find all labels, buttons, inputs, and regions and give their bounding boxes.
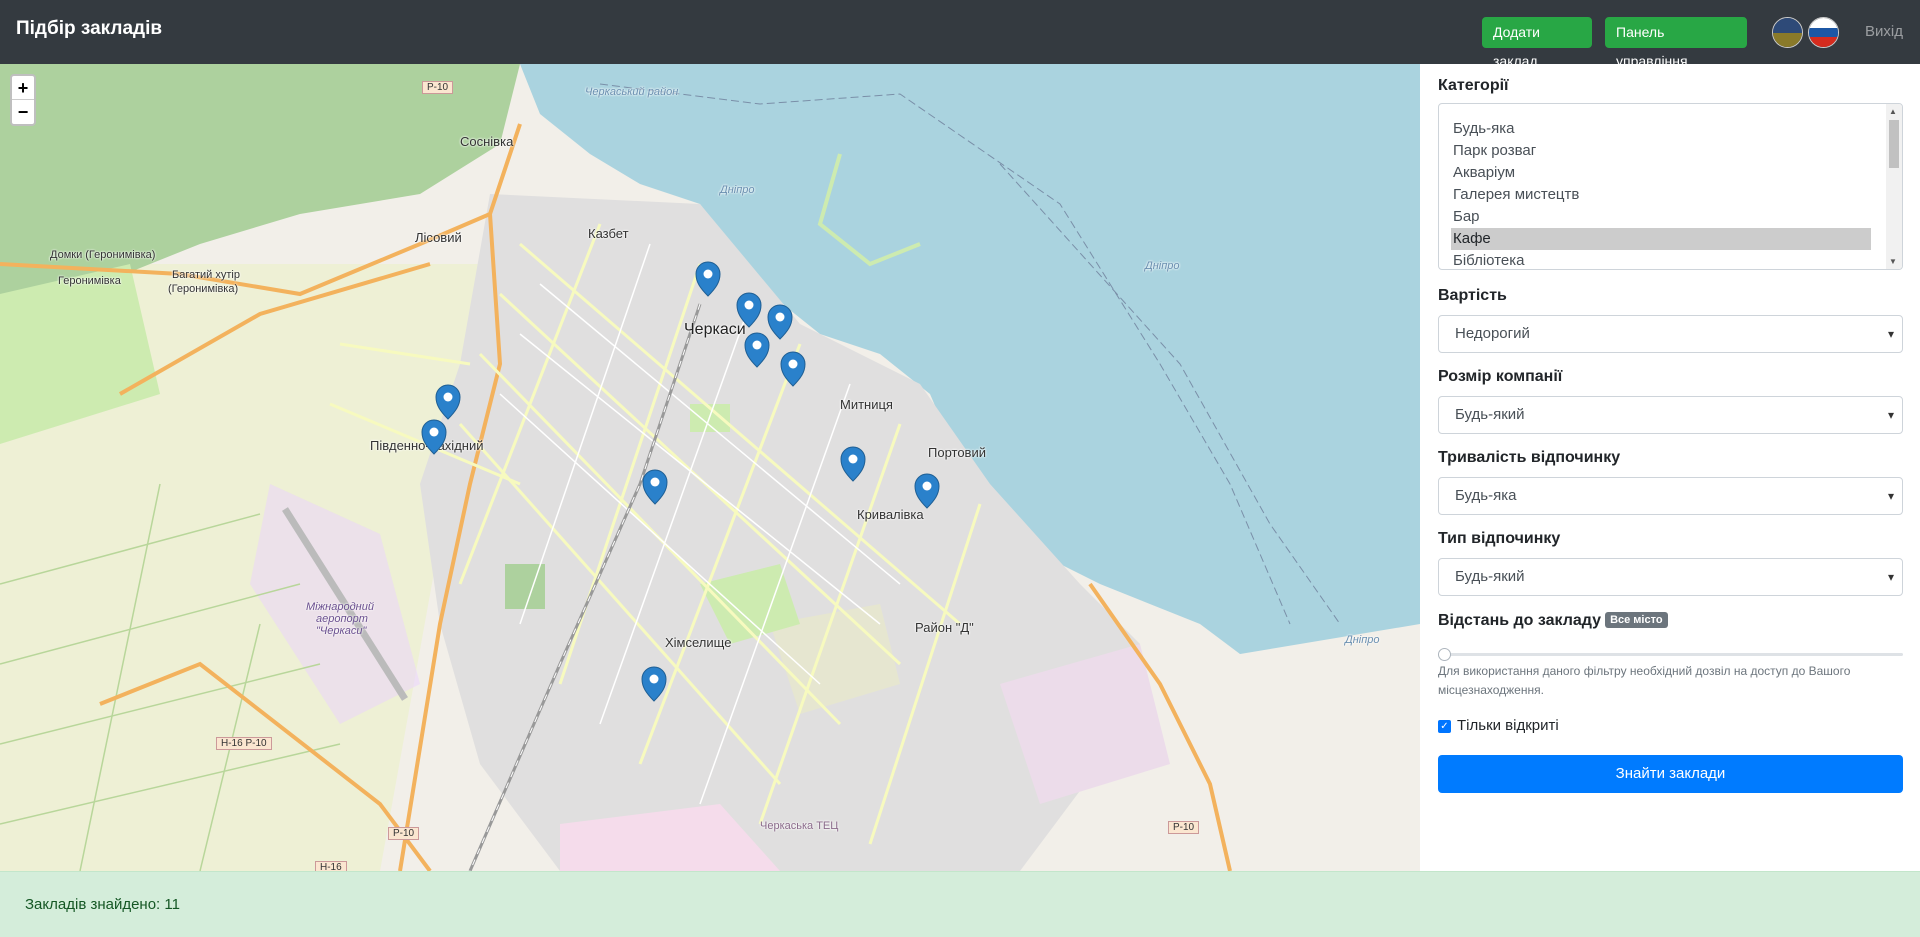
flag-ukraine-icon[interactable] xyxy=(1772,17,1803,48)
scroll-thumb[interactable] xyxy=(1889,120,1899,168)
chevron-down-icon: ▾ xyxy=(1887,489,1894,503)
chevron-down-icon: ▾ xyxy=(1887,408,1894,422)
scroll-down-icon[interactable]: ▼ xyxy=(1889,257,1897,266)
top-navbar: Підбір закладів Додати заклад Панель упр… xyxy=(0,0,1920,69)
map-label-lisovyi: Лісовий xyxy=(415,230,462,245)
open-only-label[interactable]: Тільки відкриті xyxy=(1457,717,1559,734)
map-tiles xyxy=(0,64,1420,871)
flag-russia-icon[interactable] xyxy=(1808,17,1839,48)
duration-select[interactable]: Будь-яка ▾ xyxy=(1438,477,1903,515)
chevron-down-icon: ▾ xyxy=(1887,327,1894,341)
zoom-in-button[interactable]: + xyxy=(12,76,34,100)
map-label-airport-1: Міжнародний xyxy=(306,601,374,613)
leisure-type-select[interactable]: Будь-який ▾ xyxy=(1438,558,1903,596)
distance-label: Відстань до закладу Все місто xyxy=(1438,612,1668,630)
distance-slider[interactable] xyxy=(1438,647,1903,661)
road-shield-p10-bottom: Р-10 xyxy=(388,827,420,840)
categories-listbox[interactable]: Будь-яка Парк розваг Акваріум Галерея ми… xyxy=(1438,103,1903,270)
company-size-select-value: Будь-який xyxy=(1455,406,1525,423)
distance-slider-thumb[interactable] xyxy=(1438,648,1451,661)
map-label-airport-2: аеропорт xyxy=(316,613,368,625)
zoom-out-button[interactable]: − xyxy=(12,100,34,124)
road-shield-h16: Н-16 xyxy=(315,861,347,871)
find-venues-button[interactable]: Знайти заклади xyxy=(1438,755,1903,793)
leisure-type-select-value: Будь-який xyxy=(1455,568,1525,585)
map-label-tets: Черкаська ТЕЦ xyxy=(760,820,839,832)
open-only-row[interactable]: ✓ Тільки відкриті xyxy=(1438,717,1559,734)
leisure-type-label: Тип відпочинку xyxy=(1438,530,1561,547)
map-label-sosnivka: Соснівка xyxy=(460,134,514,149)
map-label-mytnytsia: Митниця xyxy=(840,397,893,412)
chevron-down-icon: ▾ xyxy=(1887,570,1894,584)
category-option-selected[interactable]: Кафе xyxy=(1451,228,1871,250)
open-only-checkbox[interactable]: ✓ xyxy=(1438,720,1451,733)
app-title[interactable]: Підбір закладів xyxy=(16,18,162,40)
scroll-up-icon[interactable]: ▲ xyxy=(1889,107,1897,116)
cost-label: Вартість xyxy=(1438,287,1507,304)
control-panel-button[interactable]: Панель управління xyxy=(1605,17,1747,69)
road-shield-p10-right: Р-10 xyxy=(1168,821,1200,834)
distance-label-text: Відстань до закладу xyxy=(1438,612,1602,629)
category-option[interactable]: Будь-яка xyxy=(1451,118,1871,140)
company-size-label: Розмір компанії xyxy=(1438,368,1563,385)
cost-select-value: Недорогий xyxy=(1455,325,1530,342)
map-label-kazbet: Казбет xyxy=(588,226,629,241)
road-shield-p10-top: Р-10 xyxy=(422,81,454,94)
map-label-bahatyi: Багатий хутір xyxy=(172,269,240,281)
map-label-dnipro-3: Дніпро xyxy=(1345,634,1380,646)
results-count: Закладів знайдено: 11 xyxy=(25,896,180,913)
company-size-select[interactable]: Будь-який ▾ xyxy=(1438,396,1903,434)
category-option[interactable]: Бібліотека xyxy=(1451,250,1871,269)
logout-link[interactable]: Вихід xyxy=(1865,23,1903,40)
map-label-bahatyi-2: (Геронимівка) xyxy=(168,283,239,295)
category-option[interactable]: Парк розваг xyxy=(1451,140,1871,162)
map-label-raion-d: Район "Д" xyxy=(915,620,974,635)
duration-label: Тривалість відпочинку xyxy=(1438,449,1621,466)
cost-select[interactable]: Недорогий ▾ xyxy=(1438,315,1903,353)
distance-slider-track xyxy=(1438,653,1903,656)
category-option[interactable]: Галерея мистецтв xyxy=(1451,184,1871,206)
map-label-kryvalivka: Кривалівка xyxy=(857,507,924,522)
map-label-heronymivka: Геронимівка xyxy=(58,275,121,287)
categories-scrollbar[interactable]: ▲ ▼ xyxy=(1886,104,1902,269)
map-label-pivdenno-zakhidnyi: Південно-Західний xyxy=(370,438,484,453)
map-label-cherkasy: Черкаси xyxy=(684,321,746,338)
categories-label: Категорії xyxy=(1438,77,1509,94)
map-label-airport-3: "Черкаси" xyxy=(316,625,367,637)
category-option[interactable]: Бар xyxy=(1451,206,1871,228)
map-label-domky: Домки (Геронимівка) xyxy=(50,249,156,261)
category-option[interactable]: Акваріум xyxy=(1451,162,1871,184)
distance-badge: Все місто xyxy=(1605,612,1668,628)
distance-hint: Для використання даного фільтру необхідн… xyxy=(1438,664,1851,697)
map-view[interactable]: + − Соснівка Лісовий Казбет Черкаси Домк… xyxy=(0,64,1420,871)
map-label-dnipro-2: Дніпро xyxy=(1145,260,1180,272)
map-label-cherkaskyi-raion: Черкаський район xyxy=(585,86,679,98)
zoom-control: + − xyxy=(10,74,36,126)
map-label-dnipro-1: Дніпро xyxy=(720,184,755,196)
map-label-portovyi: Портовий xyxy=(928,445,986,460)
filters-panel: Категорії Будь-яка Парк розваг Акваріум … xyxy=(1420,64,1920,871)
duration-select-value: Будь-яка xyxy=(1455,487,1517,504)
road-shield-h16-p10: Н-16 Р-10 xyxy=(216,737,272,750)
map-label-khimselyshche: Хімселище xyxy=(665,635,732,650)
add-venue-button[interactable]: Додати заклад xyxy=(1482,17,1592,69)
results-alert: Закладів знайдено: 11 xyxy=(0,871,1920,937)
